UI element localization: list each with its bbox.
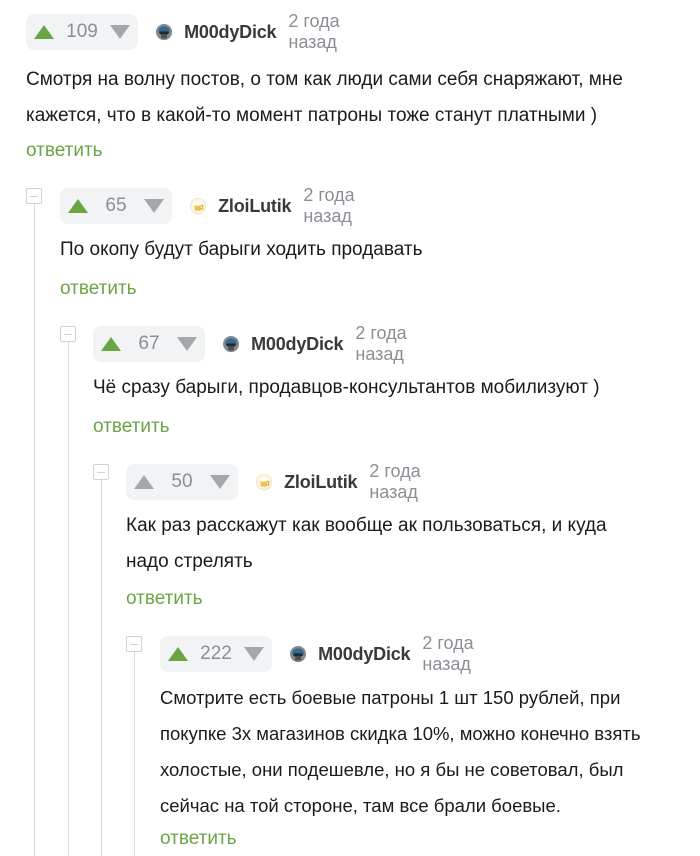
beer-avatar[interactable]	[190, 192, 207, 220]
upvote-button[interactable]	[60, 188, 96, 224]
collapse-thread-button[interactable]	[60, 326, 76, 342]
arrow-up-icon	[34, 25, 54, 39]
thread-line-level-4	[134, 652, 135, 856]
comment-text: Как раз расскажут как вообще ак пользова…	[126, 508, 686, 580]
arrow-up-icon	[134, 475, 154, 489]
collapse-thread-button[interactable]	[93, 464, 109, 480]
comment-text-line: надо стрелять	[126, 551, 253, 572]
downvote-button[interactable]	[202, 464, 238, 500]
downvote-button[interactable]	[169, 326, 205, 362]
rating-count: 109	[66, 21, 98, 42]
downvote-button[interactable]	[136, 188, 172, 224]
comment-header: 65 ZloiLutik 2 года назад	[60, 185, 364, 227]
comment-text-line: Как раз расскажут как вообще ак пользова…	[126, 515, 607, 536]
downvote-button[interactable]	[102, 14, 138, 50]
upvote-button[interactable]	[26, 14, 62, 50]
upvote-button[interactable]	[93, 326, 129, 362]
thread-line-level-1	[34, 204, 35, 856]
vote-box: 50	[126, 464, 238, 500]
beer-avatar[interactable]	[256, 468, 273, 496]
upvote-button[interactable]	[126, 464, 162, 500]
author-name[interactable]: M00dyDick	[318, 644, 410, 665]
comment-text: Смотря на волну постов, о том как люди с…	[26, 62, 686, 134]
comment-text-line: Смотрите есть боевые патроны 1 шт 150 ру…	[160, 687, 621, 708]
comment-text-line: покупке 3х магазинов скидка 10%, можно к…	[160, 723, 641, 744]
comment-header: 67 M00dyDick 2 года назад	[93, 323, 416, 365]
comment-time[interactable]: 2 года назад	[288, 11, 348, 53]
arrow-down-icon	[110, 25, 130, 39]
vote-box: 65	[60, 188, 172, 224]
upvote-button[interactable]	[160, 636, 196, 672]
reply-link[interactable]: ответить	[60, 278, 137, 300]
comment-time[interactable]: 2 года назад	[303, 185, 363, 227]
comment-text-line: сейчас на той стороне, там все брали бое…	[160, 795, 561, 816]
author-name[interactable]: M00dyDick	[184, 22, 276, 43]
author-name[interactable]: ZloiLutik	[218, 196, 291, 217]
rating-count: 50	[171, 471, 193, 492]
comment-text: По окопу будут барыги ходить продавать	[60, 232, 680, 268]
comment-header: 109 M00dyDick 2 года назад	[26, 11, 349, 53]
arrow-up-icon	[101, 337, 121, 351]
comment-text-line: Чё сразу барыги, продавцов-консультантов…	[93, 377, 600, 398]
downvote-button[interactable]	[236, 636, 272, 672]
comment-text-line: холостые, они подешевле, но я бы не сове…	[160, 759, 624, 780]
helmet-avatar[interactable]	[290, 640, 307, 668]
author-name[interactable]: M00dyDick	[251, 334, 343, 355]
reply-link[interactable]: ответить	[93, 416, 170, 438]
comment-text: Чё сразу барыги, продавцов-консультантов…	[93, 370, 683, 406]
comment-time[interactable]: 2 года назад	[369, 461, 429, 503]
comment-text-line: Смотря на волну постов, о том как люди с…	[26, 69, 623, 90]
vote-box: 222	[160, 636, 272, 672]
helmet-avatar[interactable]	[223, 330, 240, 358]
arrow-down-icon	[177, 337, 197, 351]
comment-text: Смотрите есть боевые патроны 1 шт 150 ру…	[160, 680, 698, 824]
arrow-down-icon	[144, 199, 164, 213]
arrow-down-icon	[210, 475, 230, 489]
comment-text-line: По окопу будут барыги ходить продавать	[60, 239, 423, 260]
rating-count: 222	[200, 643, 232, 664]
reply-link[interactable]: ответить	[126, 588, 203, 610]
arrow-up-icon	[68, 199, 88, 213]
comment-time[interactable]: 2 года назад	[355, 323, 415, 365]
rating-count: 65	[105, 195, 127, 216]
comment-header: 50 ZloiLutik 2 года назад	[126, 461, 430, 503]
thread-line-level-3	[101, 480, 102, 856]
arrow-up-icon	[168, 647, 188, 661]
reply-link[interactable]: ответить	[26, 140, 103, 162]
comment-header: 222 M00dyDick 2 года назад	[160, 633, 483, 675]
vote-box: 109	[26, 14, 138, 50]
author-name[interactable]: ZloiLutik	[284, 472, 357, 493]
reply-link[interactable]: ответить	[160, 828, 237, 850]
arrow-down-icon	[244, 647, 264, 661]
helmet-avatar[interactable]	[156, 18, 173, 46]
vote-box: 67	[93, 326, 205, 362]
rating-count: 67	[138, 333, 160, 354]
collapse-thread-button[interactable]	[26, 188, 42, 204]
comment-time[interactable]: 2 года назад	[422, 633, 482, 675]
comment-text-line: кажется, что в какой-то момент патроны т…	[26, 105, 598, 126]
thread-line-level-2	[68, 342, 69, 856]
collapse-thread-button[interactable]	[126, 636, 142, 652]
